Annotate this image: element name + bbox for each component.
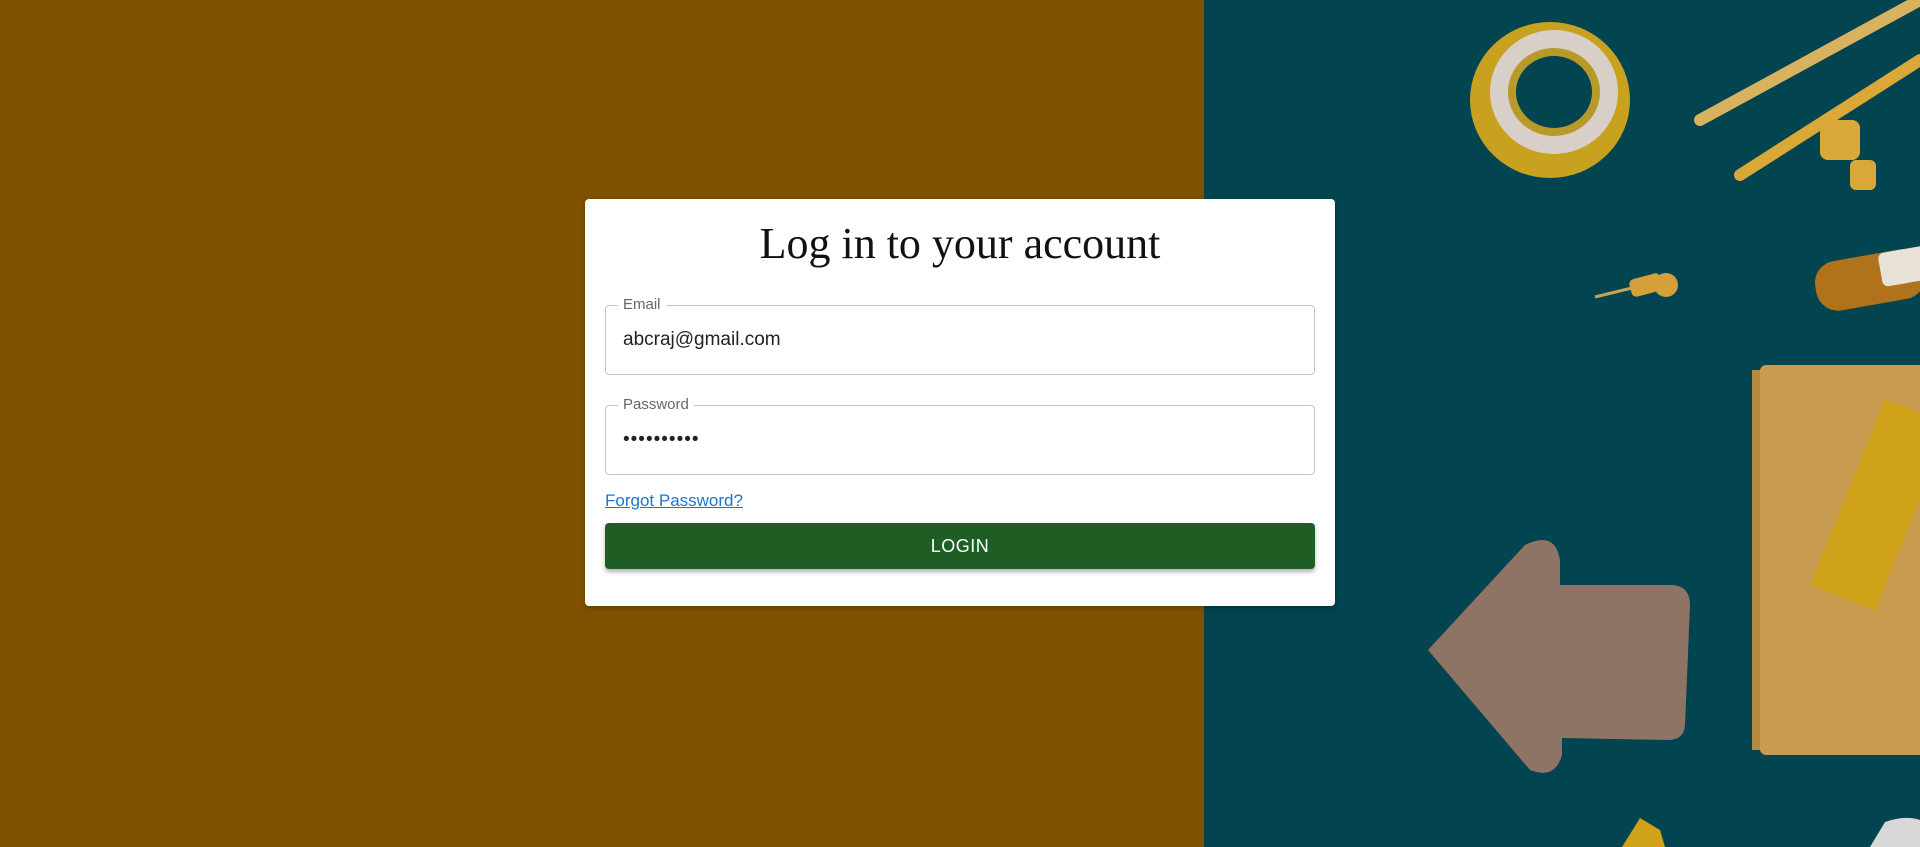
push-pin-icon (1594, 273, 1678, 299)
arrow-sticky-note-icon (1428, 540, 1690, 773)
login-button[interactable]: LOGIN (605, 523, 1315, 569)
compass-icon (1694, 0, 1920, 190)
email-input[interactable] (606, 306, 1314, 374)
page-title: Log in to your account (759, 219, 1161, 268)
password-input[interactable] (606, 406, 1314, 474)
email-field[interactable]: Email (605, 297, 1315, 375)
pen-icon (1814, 245, 1920, 311)
password-field[interactable]: Password (605, 397, 1315, 475)
tape-roll-icon (1470, 22, 1630, 178)
login-card: Log in to your account Email Password Fo… (585, 199, 1335, 606)
forgot-password-link[interactable]: Forgot Password? (605, 491, 743, 511)
clip-icon (1622, 817, 1920, 847)
